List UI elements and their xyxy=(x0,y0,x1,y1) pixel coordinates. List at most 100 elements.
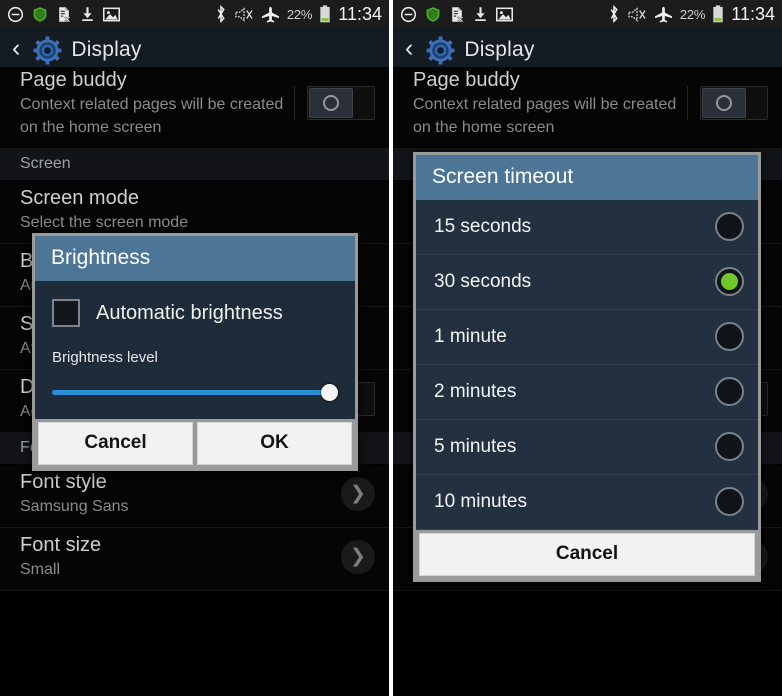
brightness-dialog-body: Automatic brightness Brightness level xyxy=(35,281,355,419)
status-icons-left xyxy=(400,6,513,23)
screen-timeout-dialog-header: Screen timeout xyxy=(416,155,758,200)
download-icon xyxy=(80,6,95,22)
font-style-text: Font style Samsung Sans xyxy=(20,469,341,518)
font-size-subtitle: Small xyxy=(20,561,61,578)
page-buddy-subtitle: Context related pages will be created on… xyxy=(20,96,284,136)
timeout-option-radio[interactable] xyxy=(715,267,744,296)
bluetooth-icon xyxy=(215,5,227,23)
settings-gear-icon xyxy=(33,35,62,65)
settings-gear-icon xyxy=(426,35,455,65)
brightness-dialog[interactable]: Brightness Automatic brightness Brightne… xyxy=(32,233,358,471)
battery-percent-label: 22% xyxy=(679,6,706,22)
screen-timeout-dialog-inner: Screen timeout 15 seconds 30 seconds 1 min… xyxy=(416,155,758,530)
brightness-level-slider[interactable] xyxy=(52,384,339,401)
status-bar-right: 22% 11:34 xyxy=(393,0,782,28)
chevron-right-icon[interactable]: ❯ xyxy=(341,476,375,511)
status-icons-right: 22% 11:34 xyxy=(608,4,775,25)
document-error-icon xyxy=(449,6,465,23)
page-buddy-toggle[interactable] xyxy=(700,86,768,120)
screen-timeout-dialog[interactable]: Screen timeout 15 seconds 30 seconds 1 min… xyxy=(413,152,761,582)
timeout-option-radio[interactable] xyxy=(715,212,744,241)
timeout-option-label: 2 minutes xyxy=(434,380,517,402)
cancel-button[interactable]: Cancel xyxy=(419,533,755,576)
timeout-option-row[interactable]: 2 minutes xyxy=(416,365,758,420)
battery-icon xyxy=(319,5,331,23)
brightness-dialog-header: Brightness xyxy=(35,236,355,281)
page-buddy-title: Page buddy xyxy=(413,69,520,91)
battery-icon xyxy=(712,5,724,23)
image-icon xyxy=(103,7,120,22)
timeout-option-row[interactable]: 30 seconds xyxy=(416,255,758,310)
status-icons-left xyxy=(7,6,120,23)
list-item-font-size[interactable]: Font size Small ❯ xyxy=(0,528,389,591)
timeout-option-label: 1 minute xyxy=(434,325,507,347)
clock-label: 11:34 xyxy=(731,3,775,24)
mute-icon xyxy=(234,6,254,23)
timeout-option-row[interactable]: 1 minute xyxy=(416,310,758,365)
page-buddy-text: Page buddy Context related pages will be… xyxy=(413,67,687,139)
ok-button[interactable]: OK xyxy=(197,422,352,465)
brightness-dialog-title: Brightness xyxy=(51,246,151,269)
timeout-option-label: 5 minutes xyxy=(434,435,517,457)
status-icons-right: 22% 11:34 xyxy=(215,4,382,25)
back-button[interactable]: ‹ xyxy=(10,36,24,64)
do-not-disturb-icon xyxy=(7,6,24,23)
cancel-button[interactable]: Cancel xyxy=(38,422,193,465)
slider-handle[interactable] xyxy=(321,384,339,401)
page-title: Display xyxy=(71,38,142,61)
automatic-brightness-row[interactable]: Automatic brightness xyxy=(52,299,338,327)
dual-phone-screenshot: 22% 11:34 ‹ Display Page buddy Context r… xyxy=(0,0,782,696)
radio-dot xyxy=(721,273,738,290)
timeout-option-radio[interactable] xyxy=(715,487,744,516)
timeout-option-radio[interactable] xyxy=(715,322,744,351)
timeout-option-label: 30 seconds xyxy=(434,270,532,292)
bluetooth-icon xyxy=(608,5,620,23)
status-bar-left: 22% 11:34 xyxy=(0,0,389,28)
automatic-brightness-label: Automatic brightness xyxy=(96,301,283,324)
brightness-dialog-buttons: Cancel OK xyxy=(35,419,355,468)
timeout-option-radio[interactable] xyxy=(715,432,744,461)
airplane-mode-icon xyxy=(261,6,280,23)
toggle-knob xyxy=(702,88,746,118)
screen-timeout-dialog-buttons: Cancel xyxy=(416,530,758,579)
power-ring-icon xyxy=(716,95,732,111)
brightness-dialog-inner: Brightness Automatic brightness Brightne… xyxy=(35,236,355,419)
timeout-option-row[interactable]: 15 seconds xyxy=(416,200,758,255)
phone-right: 22% 11:34 ‹ Display Page buddy Context r… xyxy=(393,0,782,696)
divider xyxy=(294,86,295,120)
automatic-brightness-checkbox[interactable] xyxy=(52,299,80,327)
font-size-title: Font size xyxy=(20,534,102,556)
slider-fill xyxy=(52,390,330,395)
timeout-option-label: 15 seconds xyxy=(434,215,532,237)
font-style-subtitle: Samsung Sans xyxy=(20,498,129,515)
phone-left: 22% 11:34 ‹ Display Page buddy Context r… xyxy=(0,0,389,696)
back-button[interactable]: ‹ xyxy=(403,36,417,64)
power-ring-icon xyxy=(323,95,339,111)
screen-timeout-option-list[interactable]: 15 seconds 30 seconds 1 minute 2 minutes 5 m… xyxy=(416,200,758,530)
list-item-page-buddy[interactable]: Page buddy Context related pages will be… xyxy=(0,67,389,149)
mute-icon xyxy=(627,6,647,23)
font-size-text: Font size Small xyxy=(20,532,341,581)
timeout-option-radio[interactable] xyxy=(715,377,744,406)
shield-icon xyxy=(32,6,48,23)
airplane-mode-icon xyxy=(654,6,673,23)
screen-mode-title: Screen mode xyxy=(20,187,139,209)
timeout-option-row[interactable]: 5 minutes xyxy=(416,420,758,475)
brightness-level-label: Brightness level xyxy=(52,349,158,366)
clock-label: 11:34 xyxy=(338,3,382,24)
page-buddy-toggle[interactable] xyxy=(307,86,375,120)
chevron-right-icon[interactable]: ❯ xyxy=(341,539,375,574)
page-buddy-subtitle: Context related pages will be created on… xyxy=(413,96,677,136)
timeout-option-row[interactable]: 10 minutes xyxy=(416,475,758,530)
image-icon xyxy=(496,7,513,22)
download-icon xyxy=(473,6,488,22)
screen-timeout-dialog-title: Screen timeout xyxy=(432,165,574,188)
page-buddy-text: Page buddy Context related pages will be… xyxy=(20,67,294,139)
screen-mode-subtitle: Select the screen mode xyxy=(20,214,189,231)
divider xyxy=(687,86,688,120)
battery-percent-label: 22% xyxy=(286,6,313,22)
list-item-font-style[interactable]: Font style Samsung Sans ❯ xyxy=(0,465,389,528)
list-item-page-buddy[interactable]: Page buddy Context related pages will be… xyxy=(393,67,782,149)
do-not-disturb-icon xyxy=(400,6,417,23)
page-title: Display xyxy=(464,38,535,61)
